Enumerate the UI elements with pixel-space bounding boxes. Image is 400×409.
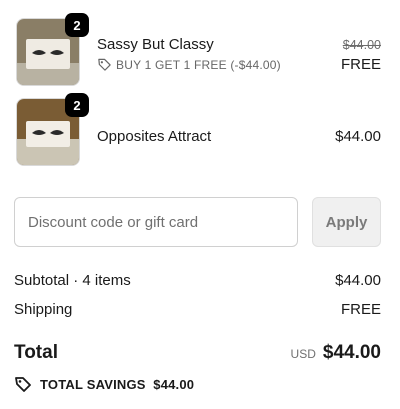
- subtotal-label: Subtotal · 4 items: [14, 272, 131, 289]
- apply-discount-button[interactable]: Apply: [312, 197, 381, 247]
- currency-code: USD: [290, 347, 316, 361]
- cart-item: 2 Sassy But Classy BUY 1 GET 1 FREE (-$4…: [0, 13, 400, 90]
- total-row: Total USD $44.00: [14, 342, 381, 364]
- cart-item: 2 Opposites Attract $44.00: [0, 93, 400, 170]
- total-label: Total: [14, 342, 58, 363]
- product-thumbnail-wrapper: 2: [16, 93, 89, 166]
- subtotal-row: Subtotal · 4 items $44.00: [14, 272, 381, 289]
- discount-code-input[interactable]: [14, 197, 298, 247]
- quantity-badge: 2: [65, 13, 89, 37]
- product-title: Opposites Attract: [97, 128, 212, 145]
- promo-label: BUY 1 GET 1 FREE (-$44.00): [97, 57, 281, 72]
- subtotal-value: $44.00: [335, 272, 381, 289]
- tag-icon: [15, 377, 31, 392]
- tag-icon: [98, 58, 111, 71]
- total-value: $44.00: [322, 342, 381, 363]
- shipping-row: Shipping FREE: [14, 301, 381, 318]
- shipping-value: FREE: [340, 301, 381, 318]
- product-thumbnail-wrapper: 2: [16, 13, 89, 86]
- quantity-badge: 2: [65, 93, 89, 117]
- product-title: Sassy But Classy: [97, 36, 214, 53]
- shipping-label: Shipping: [14, 301, 73, 318]
- item-price: FREE: [340, 56, 381, 73]
- total-savings: TOTAL SAVINGS $44.00: [14, 375, 194, 393]
- item-price: $44.00: [335, 128, 381, 145]
- savings-text: TOTAL SAVINGS $44.00: [40, 376, 195, 392]
- promo-text: BUY 1 GET 1 FREE (-$44.00): [116, 57, 281, 72]
- original-price: $44.00: [342, 38, 381, 52]
- total-price: USD $44.00: [291, 342, 381, 364]
